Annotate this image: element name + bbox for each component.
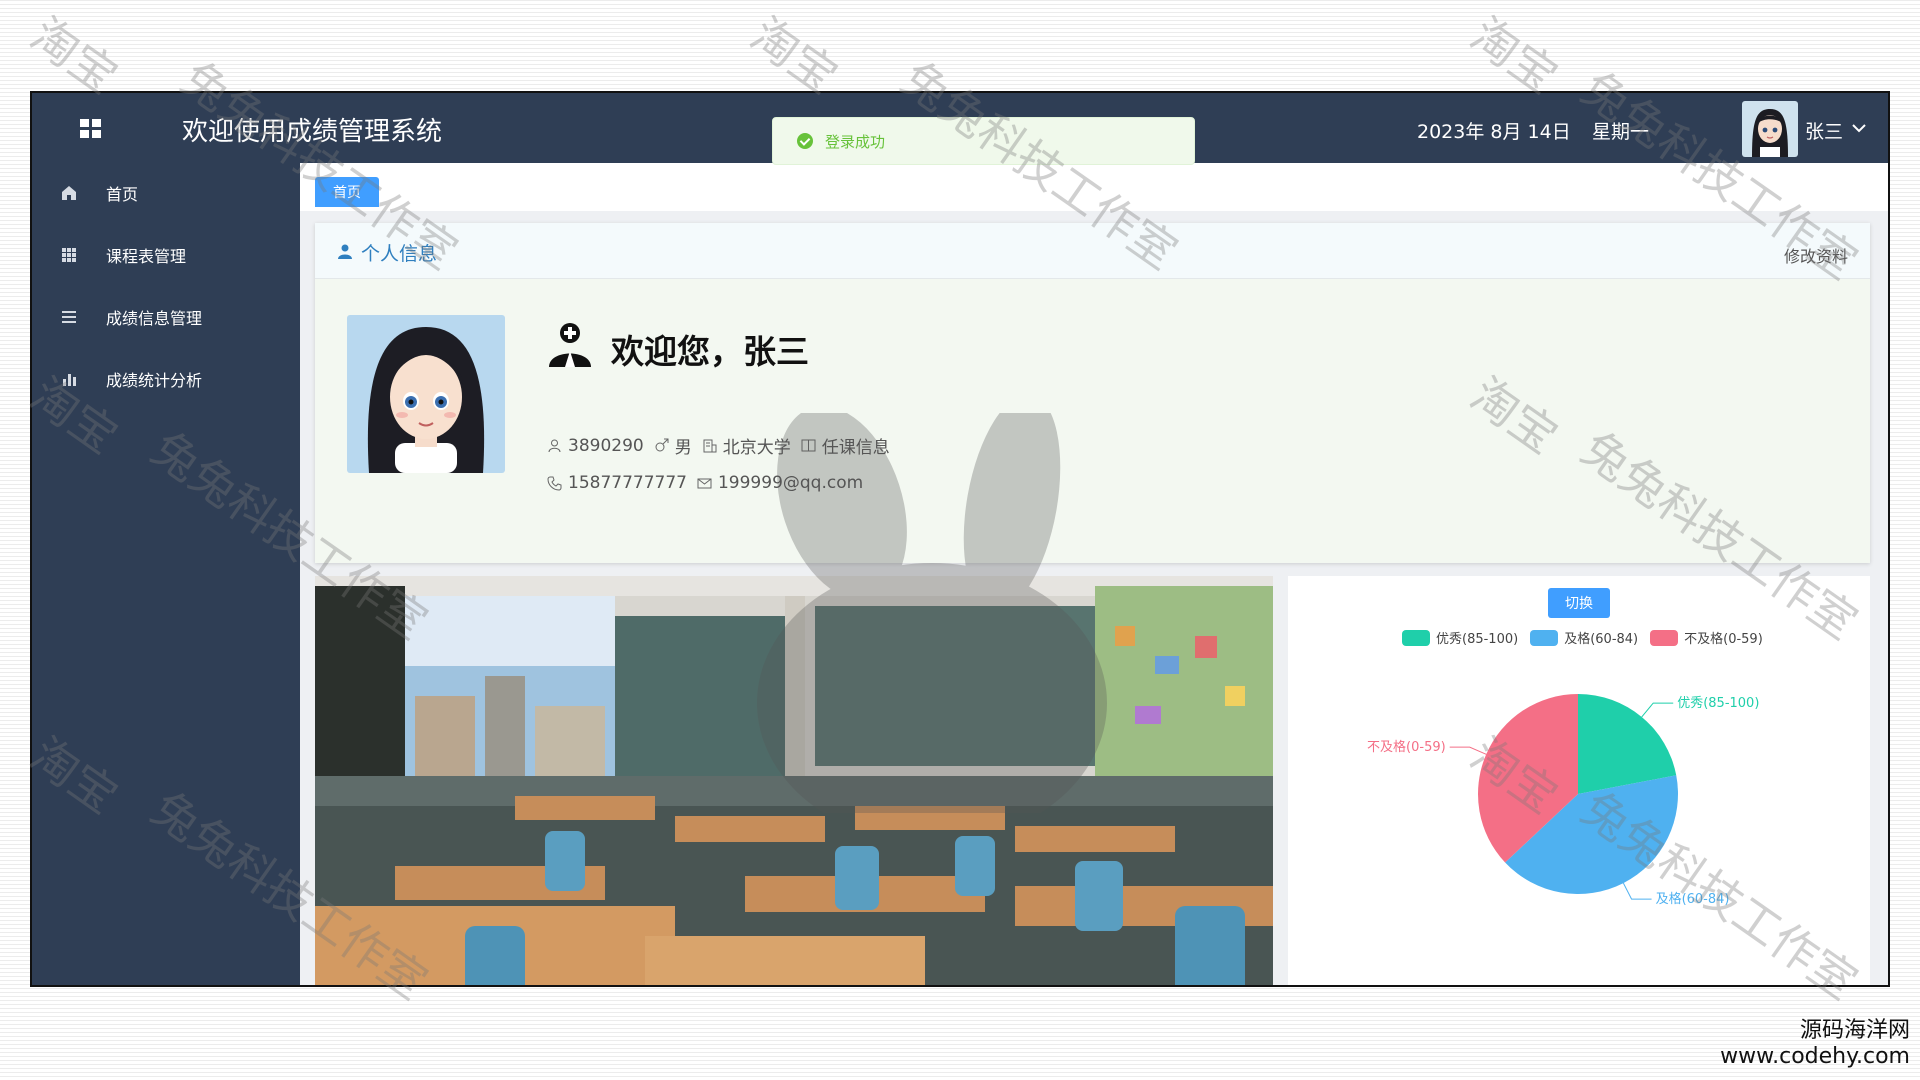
user-name[interactable]: 张三 — [1805, 117, 1843, 144]
student-id: 3890290 — [568, 435, 644, 456]
legend-label: 不及格(0-59) — [1684, 632, 1763, 647]
book-icon — [801, 439, 816, 452]
site-name: 源码海洋网 — [1799, 1018, 1910, 1043]
user-badge-icon — [549, 323, 591, 367]
edit-profile-link[interactable]: 修改资料 — [1784, 243, 1848, 267]
welcome-message: 欢迎您，张三 — [611, 332, 809, 371]
sidebar-item-label: 首页 — [106, 185, 139, 204]
phone-icon — [547, 476, 562, 491]
tab-bar: 首页 — [300, 163, 1888, 211]
pie-label-line — [1622, 882, 1652, 900]
current-date: 2023年 8月 14日 — [1417, 121, 1571, 143]
menu-grid-icon[interactable] — [80, 119, 102, 139]
chart-legend: 优秀(85-100) 及格(60-84) 不及格(0-59) — [1402, 628, 1775, 647]
sidebar: 首页 课程表管理 成绩信息管理 成绩统计分析 — [32, 163, 300, 985]
legend-swatch — [1402, 629, 1430, 646]
legend-item-excellent[interactable]: 优秀(85-100) — [1402, 628, 1518, 647]
gender: 男 — [674, 438, 692, 458]
tab-home-label: 首页 — [333, 185, 361, 201]
chevron-down-icon[interactable] — [1852, 123, 1866, 133]
list-icon — [62, 311, 76, 323]
pie-label: 优秀(85-100) — [1677, 696, 1759, 711]
toast-message: 登录成功 — [825, 132, 886, 151]
app-title: 欢迎使用成绩管理系统 — [182, 117, 443, 147]
site-watermark: 源码海洋网 www.codehy.com — [1720, 1018, 1910, 1070]
profile-avatar — [347, 315, 505, 473]
legend-swatch — [1650, 629, 1679, 646]
bar-chart-icon — [63, 374, 76, 386]
switch-chart-label: 切换 — [1565, 596, 1593, 612]
app-window: 欢迎使用成绩管理系统 2023年 8月 14日 星期一 张三 登录成功 首页 课… — [30, 91, 1890, 987]
pie-label: 不及格(0-59) — [1367, 739, 1446, 755]
pie-label-line — [1641, 702, 1674, 718]
male-icon — [655, 438, 669, 452]
user-icon — [338, 244, 352, 259]
site-url: www.codehy.com — [1720, 1044, 1910, 1069]
legend-label: 优秀(85-100) — [1436, 632, 1519, 647]
user-avatar[interactable] — [1742, 101, 1798, 157]
sidebar-item-grades[interactable]: 成绩信息管理 — [32, 297, 300, 337]
pie-label-line — [1449, 746, 1487, 755]
legend-label: 及格(60-84) — [1564, 632, 1639, 647]
legend-item-pass[interactable]: 及格(60-84) — [1530, 628, 1638, 647]
current-weekday: 星期一 — [1592, 121, 1650, 143]
sidebar-item-label: 成绩信息管理 — [106, 309, 203, 328]
sidebar-item-statistics[interactable]: 成绩统计分析 — [32, 359, 300, 399]
sidebar-item-schedule[interactable]: 课程表管理 — [32, 235, 300, 275]
profile-details-line: 3890290 男 北京大学 任课信息 — [547, 433, 900, 458]
mail-icon — [697, 478, 712, 488]
success-check-icon — [797, 133, 813, 149]
role-info: 任课信息 — [821, 438, 890, 458]
profile-section-title: 个人信息 — [361, 243, 438, 265]
home-icon — [62, 186, 76, 200]
pie-label: 及格(60-84) — [1656, 891, 1730, 907]
email-address: 199999@qq.com — [717, 473, 864, 493]
legend-swatch — [1530, 629, 1559, 646]
tab-home[interactable]: 首页 — [315, 177, 379, 207]
main-content: 首页 个人信息 修改资料 欢迎您，张三 3890290 男 北京大学 任课信息 … — [300, 163, 1888, 985]
sidebar-item-label: 课程表管理 — [106, 247, 187, 266]
grade-distribution-card: 优秀(85-100) 及格(60-84) 不及格(0-59) 切换 优秀(85-10… — [1288, 576, 1870, 985]
legend-item-fail[interactable]: 不及格(0-59) — [1650, 628, 1763, 647]
login-success-toast: 登录成功 — [772, 117, 1195, 165]
grid-icon — [62, 248, 76, 262]
sidebar-item-home[interactable]: 首页 — [32, 173, 300, 213]
switch-chart-button[interactable]: 切换 — [1548, 588, 1610, 618]
school-name: 北京大学 — [722, 438, 791, 458]
sidebar-item-label: 成绩统计分析 — [106, 371, 203, 390]
phone-number: 15877777777 — [568, 473, 687, 493]
classroom-image — [315, 576, 1273, 985]
profile-card-header: 个人信息 修改资料 — [315, 223, 1870, 279]
building-icon — [703, 439, 717, 453]
profile-contact-line: 15877777777 199999@qq.com — [547, 473, 873, 493]
user-outline-icon — [548, 439, 561, 453]
profile-card: 个人信息 修改资料 欢迎您，张三 3890290 男 北京大学 任课信息 158… — [315, 223, 1870, 563]
